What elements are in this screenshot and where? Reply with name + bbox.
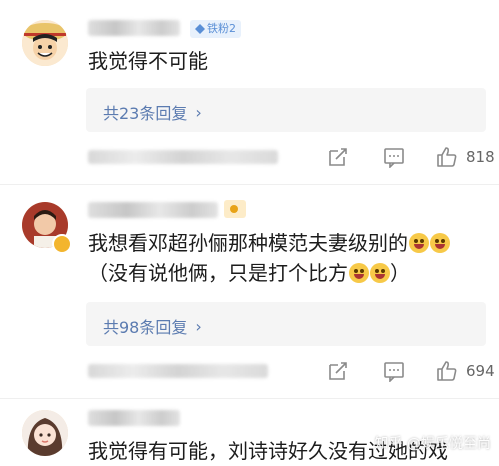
username-blurred[interactable] [88,20,180,36]
like-button[interactable]: 818 [436,146,495,168]
comment-text: 我想看邓超孙俪那种模范夫妻级别的 [88,231,408,255]
comment-text-line-1: 我想看邓超孙俪那种模范夫妻级别的 [88,228,450,258]
verified-badge-icon [52,234,72,254]
laughing-emoji-icon [430,233,450,253]
fan-badge [224,200,246,218]
view-replies-link[interactable]: 共23条回复 › [103,100,202,124]
girl-avatar-icon [22,410,68,456]
like-count: 818 [466,148,495,166]
view-replies-link[interactable]: 共98条回复 › [103,314,202,338]
username-blurred[interactable] [88,410,180,426]
avatar[interactable] [22,20,68,66]
replies-count: 共98条回复 [103,318,188,337]
replies-box[interactable]: 共23条回复 › [86,88,486,132]
replies-box[interactable]: 共98条回复 › [86,302,486,346]
watermark: 知乎 @娱乐悦至尚 [374,436,491,452]
like-count: 694 [466,362,495,380]
chevron-right-icon: › [195,102,202,122]
username-blurred[interactable] [88,202,218,218]
reply-button[interactable] [383,146,405,168]
laughing-emoji-icon [409,233,429,253]
comment-text-cont: （没有说他俩，只是打个比方 [88,261,348,285]
comment-icon [384,148,404,168]
timestamp-location-blurred [88,150,278,164]
share-button[interactable] [327,146,349,168]
divider [0,184,499,185]
share-icon [329,362,347,380]
reply-button[interactable] [383,360,405,382]
fan-badge-label: 铁粉2 [207,22,236,35]
fan-badge: 铁粉2 [190,20,241,38]
comment-text: 我觉得不可能 [88,49,208,73]
comment-text-end: ） [390,261,410,285]
replies-count: 共23条回复 [103,104,188,123]
tears-of-joy-emoji-icon [370,263,390,283]
chevron-right-icon: › [195,316,202,336]
diamond-icon [195,24,205,34]
thumbs-up-icon [437,361,457,381]
avatar[interactable] [22,410,68,456]
share-button[interactable] [327,360,349,382]
comment-icon [384,362,404,382]
timestamp-location-blurred [88,364,268,378]
share-icon [329,148,347,166]
tears-of-joy-emoji-icon [349,263,369,283]
medal-icon [230,205,238,213]
divider [0,398,499,399]
like-button[interactable]: 694 [436,360,495,382]
luffy-avatar-icon [22,20,68,66]
comment-text-line-2: （没有说他俩，只是打个比方 ） [88,258,410,288]
thumbs-up-icon [437,147,457,167]
